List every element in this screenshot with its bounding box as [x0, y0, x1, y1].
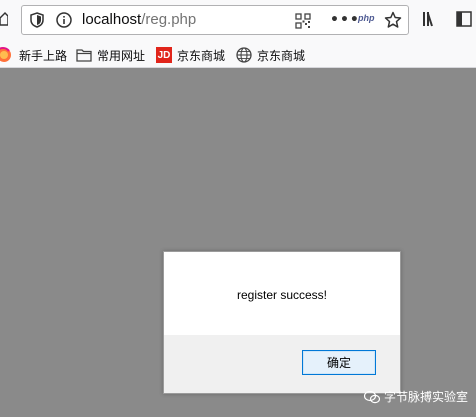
bookmark-label: 新手上路 [19, 48, 68, 63]
firefox-icon [0, 47, 11, 62]
ok-button[interactable]: 确定 [302, 350, 376, 375]
bookmarks-toolbar: 新手上路 常用网址 JD 京东商城 京东商城 [0, 40, 476, 68]
shield-icon[interactable] [30, 12, 44, 28]
url-bar[interactable]: localhost/reg.php ••• php [21, 5, 409, 35]
bookmark-item-1[interactable]: 常用网址 [76, 46, 145, 64]
url-host: localhost [82, 11, 142, 28]
library-icon[interactable] [422, 11, 440, 27]
alert-dialog-body: register success! [164, 252, 400, 335]
alert-dialog: register success! 确定 [163, 251, 401, 394]
jd-icon: JD [156, 47, 172, 63]
watermark-text: 字节脉搏实验室 [384, 390, 469, 404]
nav-toolbar: localhost/reg.php ••• php [0, 0, 476, 38]
bookmark-item-0[interactable]: 新手上路 [0, 46, 67, 64]
sidebar-icon[interactable] [456, 11, 472, 27]
page-actions-menu-icon[interactable]: ••• [330, 12, 360, 28]
jd-logo-text: JD [157, 49, 171, 61]
bookmark-item-3[interactable]: 京东商城 [236, 46, 305, 64]
wechat-icon [364, 390, 380, 403]
browser-chrome: localhost/reg.php ••• php 新手上路 常用网址 JD 京… [0, 0, 476, 68]
watermark: 字节脉搏实验室 [364, 388, 468, 405]
url-path: /reg.php [141, 11, 197, 28]
folder-icon [76, 49, 92, 62]
info-icon[interactable] [56, 12, 72, 28]
bookmark-star-icon[interactable] [384, 11, 402, 29]
home-icon[interactable] [0, 11, 8, 27]
php-extension-icon[interactable]: php [358, 13, 375, 23]
bookmark-label: 常用网址 [97, 48, 146, 63]
alert-message: register success! [236, 288, 328, 302]
qr-code-icon[interactable] [295, 13, 311, 29]
url-text[interactable]: localhost/reg.php [82, 11, 196, 29]
bookmark-label: 京东商城 [257, 48, 306, 63]
globe-icon [236, 47, 252, 63]
bookmark-label: 京东商城 [177, 48, 226, 63]
bookmark-item-2[interactable]: JD 京东商城 [156, 46, 225, 64]
